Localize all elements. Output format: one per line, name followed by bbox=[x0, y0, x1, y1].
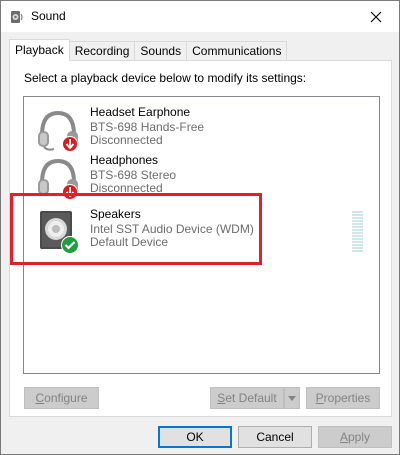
tab-communications[interactable]: Communications bbox=[186, 41, 288, 61]
speaker-icon bbox=[11, 11, 23, 23]
playback-panel: Select a playback device below to modify… bbox=[9, 60, 392, 417]
properties-button[interactable]: Properties bbox=[306, 387, 380, 409]
set-default-dropdown-button[interactable] bbox=[284, 387, 300, 409]
instruction-text: Select a playback device below to modify… bbox=[24, 71, 307, 85]
device-description: BTS-698 Stereo bbox=[90, 168, 177, 182]
device-name: Headset Earphone bbox=[90, 105, 191, 119]
title-bar: Sound bbox=[1, 1, 399, 32]
window-title: Sound bbox=[31, 9, 66, 23]
device-item-headphones[interactable]: Headphones BTS-698 Stereo Disconnected bbox=[24, 151, 379, 200]
volume-level-meter bbox=[352, 211, 363, 253]
close-button[interactable] bbox=[353, 1, 399, 32]
tab-strip: Playback Recording Sounds Communications bbox=[9, 39, 288, 61]
device-list[interactable]: Headset Earphone BTS-698 Hands-Free Disc… bbox=[23, 96, 380, 374]
set-default-button[interactable]: Set Default bbox=[210, 387, 284, 409]
device-item-speakers[interactable]: Speakers Intel SST Audio Device (WDM) De… bbox=[24, 205, 379, 254]
device-item-headset-earphone[interactable]: Headset Earphone BTS-698 Hands-Free Disc… bbox=[24, 103, 379, 152]
configure-button[interactable]: Configure bbox=[24, 387, 99, 409]
device-state: Disconnected bbox=[90, 181, 163, 195]
device-state: Default Device bbox=[90, 235, 169, 249]
headset-icon bbox=[38, 110, 78, 152]
tab-playback[interactable]: Playback bbox=[9, 39, 70, 61]
apply-button[interactable]: Apply bbox=[318, 426, 392, 448]
close-icon bbox=[370, 11, 382, 22]
tab-sounds[interactable]: Sounds bbox=[134, 41, 188, 61]
sound-dialog: Sound Playback Recording Sounds Communic… bbox=[0, 0, 400, 455]
device-description: Intel SST Audio Device (WDM) bbox=[90, 222, 254, 236]
device-name: Speakers bbox=[90, 207, 141, 221]
device-state: Disconnected bbox=[90, 133, 163, 147]
device-name: Headphones bbox=[90, 153, 159, 167]
tab-recording[interactable]: Recording bbox=[68, 41, 136, 61]
cancel-button[interactable]: Cancel bbox=[238, 426, 312, 448]
chevron-down-icon bbox=[288, 396, 296, 401]
speaker-icon bbox=[40, 211, 79, 254]
ok-button[interactable]: OK bbox=[158, 426, 232, 448]
headphones-icon bbox=[38, 158, 78, 200]
device-description: BTS-698 Hands-Free bbox=[90, 120, 205, 134]
